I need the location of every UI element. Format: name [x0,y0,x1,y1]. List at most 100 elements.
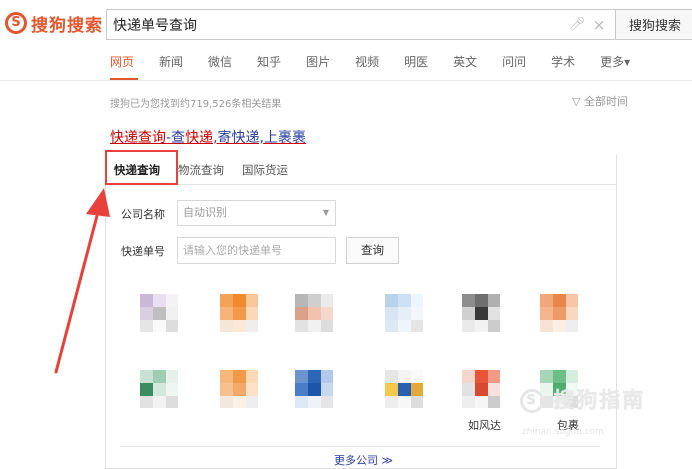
logo-mosaic-tile [385,307,398,320]
company-select-value: 自动识别 [183,206,227,219]
filter-icon: ▽ [572,95,581,108]
logo-mosaic-tile [233,383,246,396]
tab-english[interactable]: 英文 [453,53,477,77]
query-button[interactable]: 查询 [346,237,399,264]
annotation-highlight-box [105,150,178,185]
logo-mosaic-tile [411,383,423,396]
tab-more[interactable]: 更多▾ [600,53,630,77]
logo-mosaic-tile [166,307,178,320]
logo-mosaic-tile [462,294,475,307]
logo-mosaic-tile [295,370,308,383]
logo-mosaic-tile [398,294,411,307]
tab-logistics-query[interactable]: 物流查询 [169,155,233,184]
courier-logo[interactable] [540,294,578,332]
logo-mosaic-tile [220,320,233,332]
tab-videos[interactable]: 视频 [355,53,379,77]
close-icon[interactable]: × [591,17,607,33]
company-select[interactable]: 自动识别 ▼ [177,200,336,226]
tab-wenwen[interactable]: 问问 [502,53,526,77]
logo-mosaic-tile [411,307,423,320]
logo-mosaic-tile [233,396,246,408]
logo-mosaic-tile [553,370,566,383]
logo-mosaic-tile [295,307,308,320]
logo-mosaic-tile [246,320,258,332]
courier-logo[interactable] [220,370,258,408]
logo-mosaic-tile [462,307,475,320]
chevron-down-icon: ▼ [322,208,329,217]
tab-web[interactable]: 网页 [110,53,134,77]
courier-logo[interactable] [295,294,333,332]
logo-mosaic-tile [166,383,178,396]
search-query-text[interactable]: 快递单号查询 [113,15,569,35]
watermark-url: zhinan.sogou.com [522,427,604,437]
logo-mosaic-tile [462,320,475,332]
logo-mosaic-tile [233,307,246,320]
courier-logo[interactable] [462,294,500,332]
logo-mosaic-tile [153,294,166,307]
logo-mosaic-tile [233,294,246,307]
logo-mosaic-tile [553,320,566,332]
time-filter-label: 全部时间 [583,95,628,108]
logo-mosaic-tile [385,294,398,307]
tab-medical[interactable]: 明医 [404,53,428,77]
courier-logo[interactable] [295,370,333,408]
logo-mosaic-tile [475,294,488,307]
logo-mosaic-tile [166,396,178,408]
logo-mosaic-tile [475,383,488,396]
logo-mosaic-tile [475,307,488,320]
courier-logo[interactable] [462,370,500,408]
logo-mosaic-tile [153,370,166,383]
title-part: ,寄快递,上裹裹 [213,130,306,146]
courier-logo[interactable] [140,294,178,332]
logo-mosaic-tile [398,383,411,396]
courier-logo[interactable] [140,370,178,408]
logo-mosaic-tile [321,396,333,408]
tab-international-freight[interactable]: 国际货运 [233,155,297,184]
courier-logo[interactable] [385,370,423,408]
logo-mosaic-tile [488,370,500,383]
logo-mosaic-tile [462,383,475,396]
courier-name-rufengda[interactable]: 如风达 [468,417,501,433]
search-input[interactable]: 快递单号查询 🎤︎ × [106,9,615,40]
title-highlight: 快递查询 [110,130,166,146]
logo-mosaic-tile [308,294,321,307]
logo-mosaic-tile [398,396,411,408]
tab-images[interactable]: 图片 [306,53,330,77]
logo-mosaic-tile [246,307,258,320]
courier-logo[interactable] [220,294,258,332]
time-filter[interactable]: ▽ 全部时间 [572,93,628,109]
card-divider [120,446,600,447]
logo-mosaic-tile [398,307,411,320]
title-highlight: 快递 [185,130,214,146]
logo-mosaic-tile [166,370,178,383]
logo-mosaic-tile [220,294,233,307]
microphone-icon[interactable]: 🎤︎ [569,17,586,33]
logo-mosaic-tile [220,370,233,383]
logo-mosaic-tile [295,383,308,396]
logo-mosaic-tile [398,370,411,383]
tracking-number-input[interactable]: 请输入您的快递单号 [177,237,336,264]
logo-mosaic-tile [321,383,333,396]
logo-text: 搜狗搜索 [31,15,103,36]
watermark-logo-icon: S [520,389,544,413]
tab-scholar[interactable]: 学术 [551,53,575,77]
logo-mosaic-tile [220,396,233,408]
logo-mosaic-tile [566,320,578,332]
search-button[interactable]: 搜狗搜索 [615,9,692,40]
logo-mosaic-tile [566,294,578,307]
more-companies-link[interactable]: 更多公司 ≫ [334,452,393,468]
logo-mosaic-tile [398,320,411,332]
courier-logo[interactable] [385,294,423,332]
sogou-logo[interactable]: S 搜狗搜索 [5,10,103,36]
logo-mosaic-tile [475,396,488,408]
result-title-link[interactable]: 快递查询-查快递,寄快递,上裹裹 [110,127,306,147]
company-label: 公司名称 [121,208,165,221]
tab-news[interactable]: 新闻 [159,53,183,77]
logo-mosaic-tile [153,320,166,332]
logo-mosaic-tile [411,370,423,383]
tab-zhihu[interactable]: 知乎 [257,53,281,77]
logo-mosaic-tile [140,307,153,320]
tab-wechat[interactable]: 微信 [208,53,232,77]
logo-mosaic-tile [166,320,178,332]
logo-mosaic-tile [488,396,500,408]
